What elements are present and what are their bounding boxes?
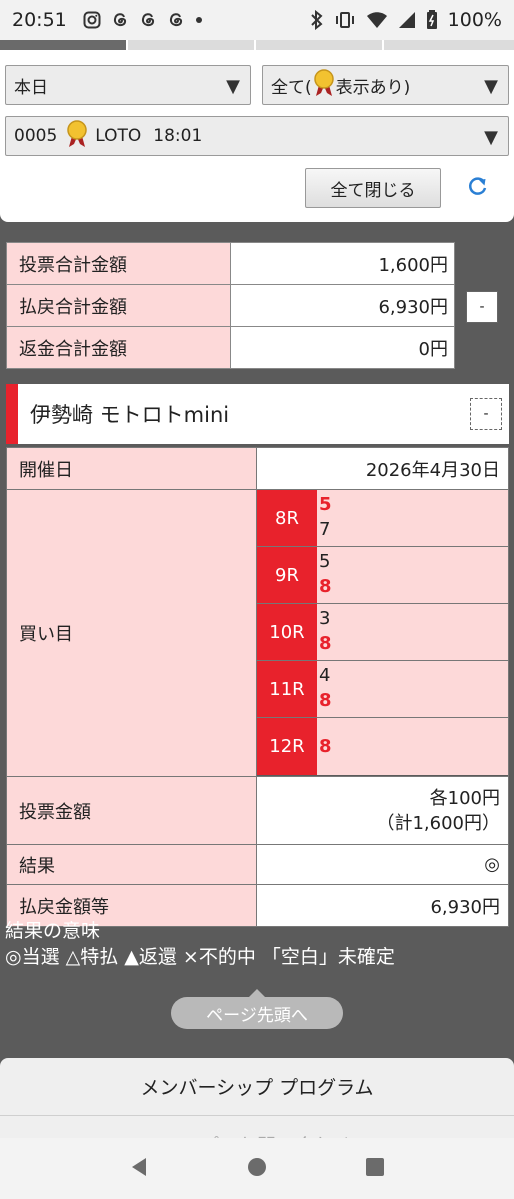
item-select[interactable]: 0005 LOTO 18:01 ▼ bbox=[5, 116, 509, 156]
date-select[interactable]: 本日 ▼ bbox=[5, 65, 251, 105]
signal-icon bbox=[398, 11, 416, 29]
membership-program-link[interactable]: メンバーシップ プログラム bbox=[0, 1058, 514, 1116]
bet-value-line1: 各100円 bbox=[429, 787, 500, 809]
tab-strip bbox=[0, 40, 514, 50]
item-select-code: 0005 bbox=[14, 126, 58, 146]
race-number: 9R bbox=[257, 547, 317, 603]
pick-number: 4 bbox=[319, 665, 331, 686]
race-picks: 48 bbox=[317, 661, 508, 717]
table-row: 結果 ◎ bbox=[6, 844, 509, 885]
item-select-time: 18:01 bbox=[153, 126, 203, 146]
result-label: 結果 bbox=[6, 844, 257, 885]
pick-number: 3 bbox=[319, 608, 331, 629]
pick-number-hit: 5 bbox=[319, 494, 332, 515]
dropdown-arrow-icon: ▼ bbox=[484, 76, 498, 97]
table-row: 買い目 8R 5 7 9R 5 8 10R 3 8 11R 4 8 12R 8 bbox=[6, 489, 509, 777]
close-all-button[interactable]: 全て閉じる bbox=[305, 168, 441, 208]
race-number: 10R bbox=[257, 604, 317, 660]
table-row: 払戻合計金額 6,930円 bbox=[6, 284, 455, 327]
summary-table: 投票合計金額 1,600円 払戻合計金額 6,930円 返金合計金額 0円 bbox=[6, 242, 455, 369]
legend-title: 結果の意味 bbox=[5, 920, 101, 942]
recents-icon[interactable] bbox=[364, 1156, 386, 1182]
date-select-value: 本日 bbox=[14, 77, 48, 98]
pick-number-hit: 8 bbox=[319, 576, 332, 597]
result-value: ◎ bbox=[256, 844, 509, 885]
race-picks: 8 bbox=[317, 718, 508, 775]
race-picks: 57 bbox=[317, 490, 508, 546]
instagram-icon bbox=[83, 11, 101, 29]
table-row: 返金合計金額 0円 bbox=[6, 326, 455, 369]
pick-number-hit: 8 bbox=[319, 633, 332, 654]
tab[interactable] bbox=[256, 40, 384, 50]
pick-number: 5 bbox=[319, 551, 331, 572]
dropdown-arrow-icon: ▼ bbox=[226, 76, 240, 97]
home-icon[interactable] bbox=[246, 1156, 268, 1182]
back-icon[interactable] bbox=[128, 1156, 150, 1182]
dot-icon bbox=[195, 16, 203, 24]
summary-collapse-button[interactable]: - bbox=[466, 291, 498, 323]
race-number: 11R bbox=[257, 661, 317, 717]
table-row: 投票金額 各100円 （計1,600円） bbox=[6, 776, 509, 845]
battery-percent: 100% bbox=[447, 9, 502, 31]
threads-icon bbox=[111, 11, 129, 29]
date-label: 開催日 bbox=[6, 447, 257, 490]
battery-icon bbox=[426, 10, 438, 30]
threads-icon bbox=[167, 11, 185, 29]
race-picks: 38 bbox=[317, 604, 508, 660]
status-time: 20:51 bbox=[12, 9, 67, 31]
medal-icon bbox=[312, 68, 336, 102]
pick-number: 7 bbox=[319, 519, 331, 540]
race-number: 12R bbox=[257, 718, 317, 775]
race-list: 8R 5 7 9R 5 8 10R 3 8 11R 4 8 12R 8 bbox=[257, 490, 508, 775]
display-select[interactable]: 全て( 表示あり) ▼ bbox=[262, 65, 509, 105]
display-select-suffix: 表示あり) bbox=[335, 77, 411, 98]
threads-icon bbox=[139, 11, 157, 29]
summary-label: 投票合計金額 bbox=[6, 242, 231, 285]
display-select-prefix: 全て( bbox=[271, 77, 312, 98]
wifi-icon bbox=[366, 11, 388, 29]
venue-collapse-button[interactable]: - bbox=[470, 398, 502, 430]
detail-table: 開催日 2026年4月30日 買い目 8R 5 7 9R 5 8 10R 3 8 11R 4 8 12R… bbox=[6, 447, 509, 927]
bet-label: 投票金額 bbox=[6, 776, 257, 845]
refresh-icon[interactable] bbox=[466, 174, 490, 198]
race-row: 8R 5 7 bbox=[257, 490, 508, 547]
tab[interactable] bbox=[128, 40, 256, 50]
back-to-top-button[interactable]: ページ先頭へ bbox=[171, 989, 343, 1029]
summary-value: 0円 bbox=[230, 326, 455, 369]
bluetooth-icon bbox=[310, 10, 324, 30]
race-number: 8R bbox=[257, 490, 317, 546]
result-legend: 結果の意味 ◎当選 △特払 ▲返還 ×不的中 「空白」未確定 bbox=[5, 918, 395, 970]
table-row: 開催日 2026年4月30日 bbox=[6, 447, 509, 490]
dropdown-arrow-icon: ▼ bbox=[484, 127, 498, 148]
race-row: 12R 8 bbox=[257, 718, 508, 775]
table-row: 投票合計金額 1,600円 bbox=[6, 242, 455, 285]
pick-number-hit: 8 bbox=[319, 690, 332, 711]
status-bar: 20:51 100% bbox=[0, 0, 514, 40]
item-select-name: LOTO bbox=[95, 126, 142, 146]
filter-panel: 本日 ▼ 全て( 表示あり) ▼ 0005 LOTO 18:01 ▼ 全て閉じる bbox=[0, 50, 514, 222]
medal-icon bbox=[65, 119, 89, 153]
venue-header: 伊勢崎 モトロトmini bbox=[6, 384, 509, 444]
summary-value: 1,600円 bbox=[230, 242, 455, 285]
venue-name: 伊勢崎 モトロトmini bbox=[30, 403, 230, 427]
picks-cell: 8R 5 7 9R 5 8 10R 3 8 11R 4 8 12R 8 bbox=[256, 489, 509, 777]
race-picks: 58 bbox=[317, 547, 508, 603]
summary-label: 返金合計金額 bbox=[6, 326, 231, 369]
tab-active[interactable] bbox=[0, 40, 128, 50]
race-row: 10R 3 8 bbox=[257, 604, 508, 661]
system-nav-bar bbox=[0, 1138, 514, 1199]
bet-value-line2: （計1,600円） bbox=[376, 812, 500, 834]
summary-label: 払戻合計金額 bbox=[6, 284, 231, 327]
summary-value: 6,930円 bbox=[230, 284, 455, 327]
bet-value: 各100円 （計1,600円） bbox=[256, 776, 509, 845]
race-row: 11R 4 8 bbox=[257, 661, 508, 718]
pick-number-hit: 8 bbox=[319, 736, 332, 757]
legend-text: ◎当選 △特払 ▲返還 ×不的中 「空白」未確定 bbox=[5, 946, 395, 968]
tab[interactable] bbox=[384, 40, 514, 50]
vibrate-icon bbox=[334, 11, 356, 29]
picks-label: 買い目 bbox=[6, 489, 257, 777]
race-row: 9R 5 8 bbox=[257, 547, 508, 604]
date-value: 2026年4月30日 bbox=[256, 447, 509, 490]
